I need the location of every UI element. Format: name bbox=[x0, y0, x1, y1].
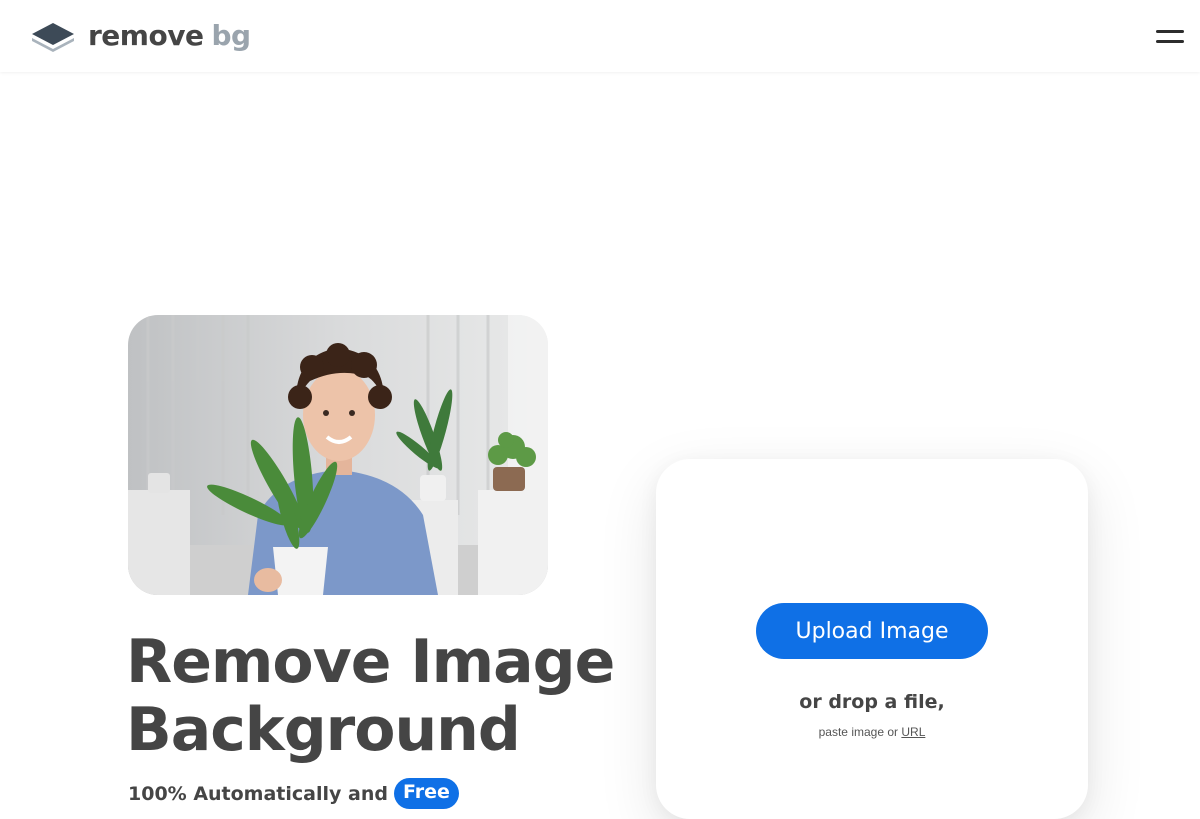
menu-line bbox=[1156, 40, 1184, 43]
logo-word-bg: bg bbox=[211, 19, 251, 52]
upload-card[interactable]: Upload Image or drop a file, paste image… bbox=[656, 459, 1088, 819]
layers-logo-icon bbox=[32, 23, 74, 52]
logo-word-remove: remove bbox=[88, 19, 204, 52]
headline-line-2: Background bbox=[126, 695, 521, 765]
paste-hint: paste image or URL bbox=[656, 725, 1088, 739]
upload-image-button[interactable]: Upload Image bbox=[756, 603, 988, 659]
hero-photo bbox=[128, 315, 548, 595]
headline-line-1: Remove Image bbox=[126, 627, 615, 697]
logo-link[interactable]: remove bg bbox=[30, 18, 251, 54]
free-badge: Free bbox=[393, 778, 459, 809]
url-link[interactable]: URL bbox=[901, 725, 925, 739]
top-header: remove bg bbox=[0, 0, 1200, 72]
paste-hint-text: paste image or bbox=[818, 725, 899, 739]
logo-text: remove bg bbox=[88, 22, 251, 50]
hamburger-menu-icon[interactable] bbox=[1154, 26, 1186, 48]
menu-line bbox=[1156, 30, 1184, 33]
hero-photo-illustration bbox=[128, 315, 548, 595]
page-headline: Remove Image Background bbox=[126, 628, 646, 764]
subheadline-text: 100% Automatically and bbox=[128, 782, 388, 805]
subheadline: 100% Automatically and Free bbox=[128, 778, 459, 809]
drop-file-text: or drop a file, bbox=[799, 691, 945, 713]
